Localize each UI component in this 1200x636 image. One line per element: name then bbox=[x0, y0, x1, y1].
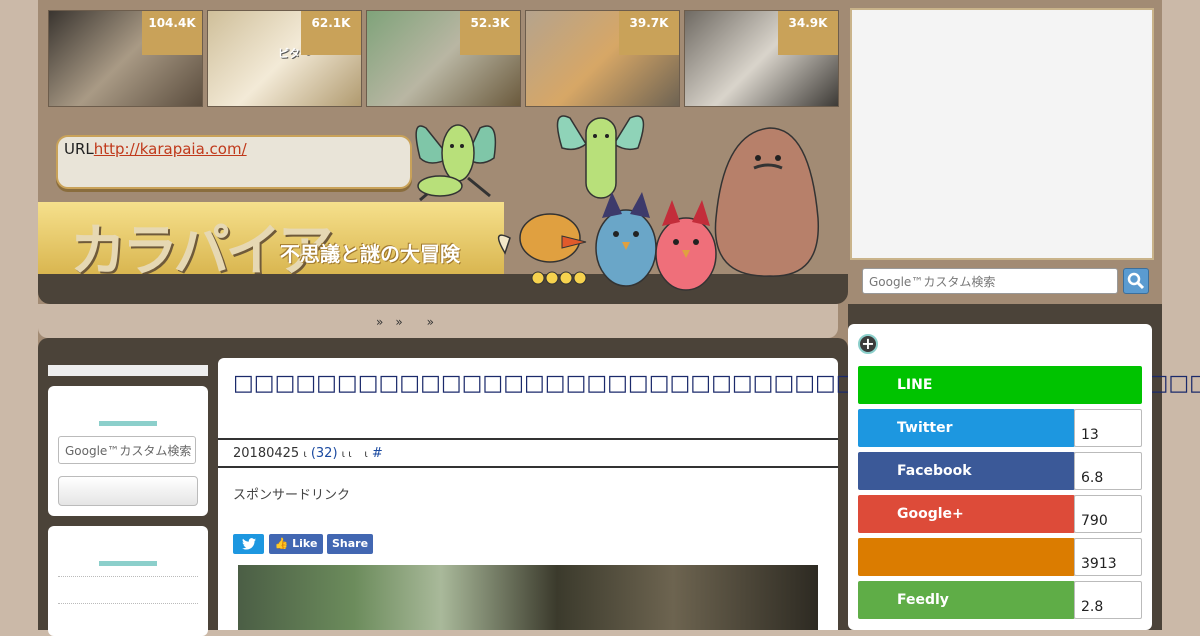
sidebar-divider-2 bbox=[58, 603, 198, 604]
thumbnail-share-count: 62.1K bbox=[301, 11, 361, 55]
share-row-hatena[interactable]: 3913 bbox=[858, 538, 1142, 576]
share-label: Share bbox=[331, 537, 369, 550]
hashtag-link[interactable]: # bbox=[372, 446, 383, 461]
popular-article-thumbnail[interactable]: 52.3K bbox=[366, 10, 521, 107]
facebook-like-button[interactable]: 👍 Like bbox=[269, 534, 323, 554]
orange-bird-icon bbox=[497, 213, 587, 285]
plus-icon[interactable]: + bbox=[858, 334, 878, 354]
article-meta: 20180425 ι (32) ι ι ι # bbox=[233, 446, 383, 461]
google-search-input[interactable]: Google™カスタム検索 bbox=[862, 268, 1118, 294]
comment-count-link[interactable]: (32) bbox=[311, 446, 338, 461]
share-count: 2.8 bbox=[1074, 581, 1142, 619]
article-hero-image[interactable] bbox=[238, 565, 818, 630]
site-url: URLhttp://karapaia.com/ bbox=[64, 140, 247, 158]
sidebar-search-button[interactable] bbox=[58, 476, 198, 506]
popular-article-thumbnail[interactable]: 39.7K bbox=[525, 10, 680, 107]
sidebar-box-2 bbox=[48, 526, 208, 636]
popular-article-thumbnail[interactable]: 34.9K bbox=[684, 10, 839, 107]
sidebar-search-input[interactable]: Google™カスタム検索 bbox=[58, 436, 196, 464]
ad-space bbox=[850, 8, 1154, 260]
sidebar-heading-underline-2 bbox=[99, 561, 157, 566]
search-button[interactable] bbox=[1123, 268, 1149, 294]
article-title[interactable]: □□□□□□□□□□□□□□□□□□□□□□□□□□□□□□□□□□□□□□□□… bbox=[233, 370, 1200, 398]
thumbs-up-icon: 👍 bbox=[274, 537, 289, 550]
breadcrumb-bar bbox=[38, 304, 838, 338]
breadcrumb[interactable]: » » » bbox=[376, 313, 434, 330]
thumbnail-share-count: 34.9K bbox=[778, 11, 838, 55]
url-label: URL bbox=[64, 140, 94, 158]
share-count: 13 bbox=[1074, 409, 1142, 447]
green-fairy-standing-icon bbox=[556, 115, 645, 199]
share-count: 790 bbox=[1074, 495, 1142, 533]
sidebar-strip bbox=[48, 365, 208, 376]
thumbnail-share-count: 52.3K bbox=[460, 11, 520, 55]
blue-bird-icon bbox=[595, 192, 657, 287]
pink-bird-icon bbox=[655, 200, 717, 291]
green-fairy-icon bbox=[415, 124, 497, 202]
popular-article-thumbnail[interactable]: ピタ〜 62.1K bbox=[207, 10, 362, 107]
share-count: 3913 bbox=[1074, 538, 1142, 576]
share-row-line[interactable]: LINE bbox=[858, 366, 1142, 404]
search-icon bbox=[1127, 272, 1145, 290]
thumbnail-share-count: 104.4K bbox=[142, 11, 202, 55]
sidebar-heading-underline bbox=[99, 421, 157, 426]
share-button-label[interactable] bbox=[858, 538, 1075, 576]
share-button-label[interactable]: Twitter bbox=[858, 409, 1075, 447]
share-row-google[interactable]: Google+ 790 bbox=[858, 495, 1142, 533]
popular-article-thumbnail[interactable]: 104.4K bbox=[48, 10, 203, 107]
facebook-share-button[interactable]: Share bbox=[327, 534, 373, 554]
share-button-label[interactable]: LINE bbox=[858, 366, 1142, 404]
twitter-share-button[interactable] bbox=[233, 534, 264, 554]
share-row-twitter[interactable]: Twitter 13 bbox=[858, 409, 1142, 447]
twitter-bird-icon bbox=[241, 538, 256, 550]
share-button-label[interactable]: Google+ bbox=[858, 495, 1075, 533]
share-button-label[interactable]: Feedly bbox=[858, 581, 1075, 619]
popular-thumbnails: 104.4K ピタ〜 62.1K 52.3K 39.7K 34.9K bbox=[48, 10, 843, 109]
share-row-feedly[interactable]: Feedly 2.8 bbox=[858, 581, 1142, 619]
thumbnail-share-count: 39.7K bbox=[619, 11, 679, 55]
share-button-label[interactable]: Facebook bbox=[858, 452, 1075, 490]
sponsored-link-label: スポンサードリンク bbox=[233, 488, 351, 503]
mascot-characters-illustration bbox=[415, 115, 819, 291]
site-url-link[interactable]: http://karapaia.com/ bbox=[94, 140, 247, 158]
article-date: 20180425 bbox=[233, 446, 300, 461]
sidebar-divider bbox=[58, 576, 198, 577]
share-row-facebook[interactable]: Facebook 6.8 bbox=[858, 452, 1142, 490]
share-count: 6.8 bbox=[1074, 452, 1142, 490]
brown-blob-character-icon bbox=[714, 127, 819, 277]
like-label: Like bbox=[292, 537, 318, 550]
